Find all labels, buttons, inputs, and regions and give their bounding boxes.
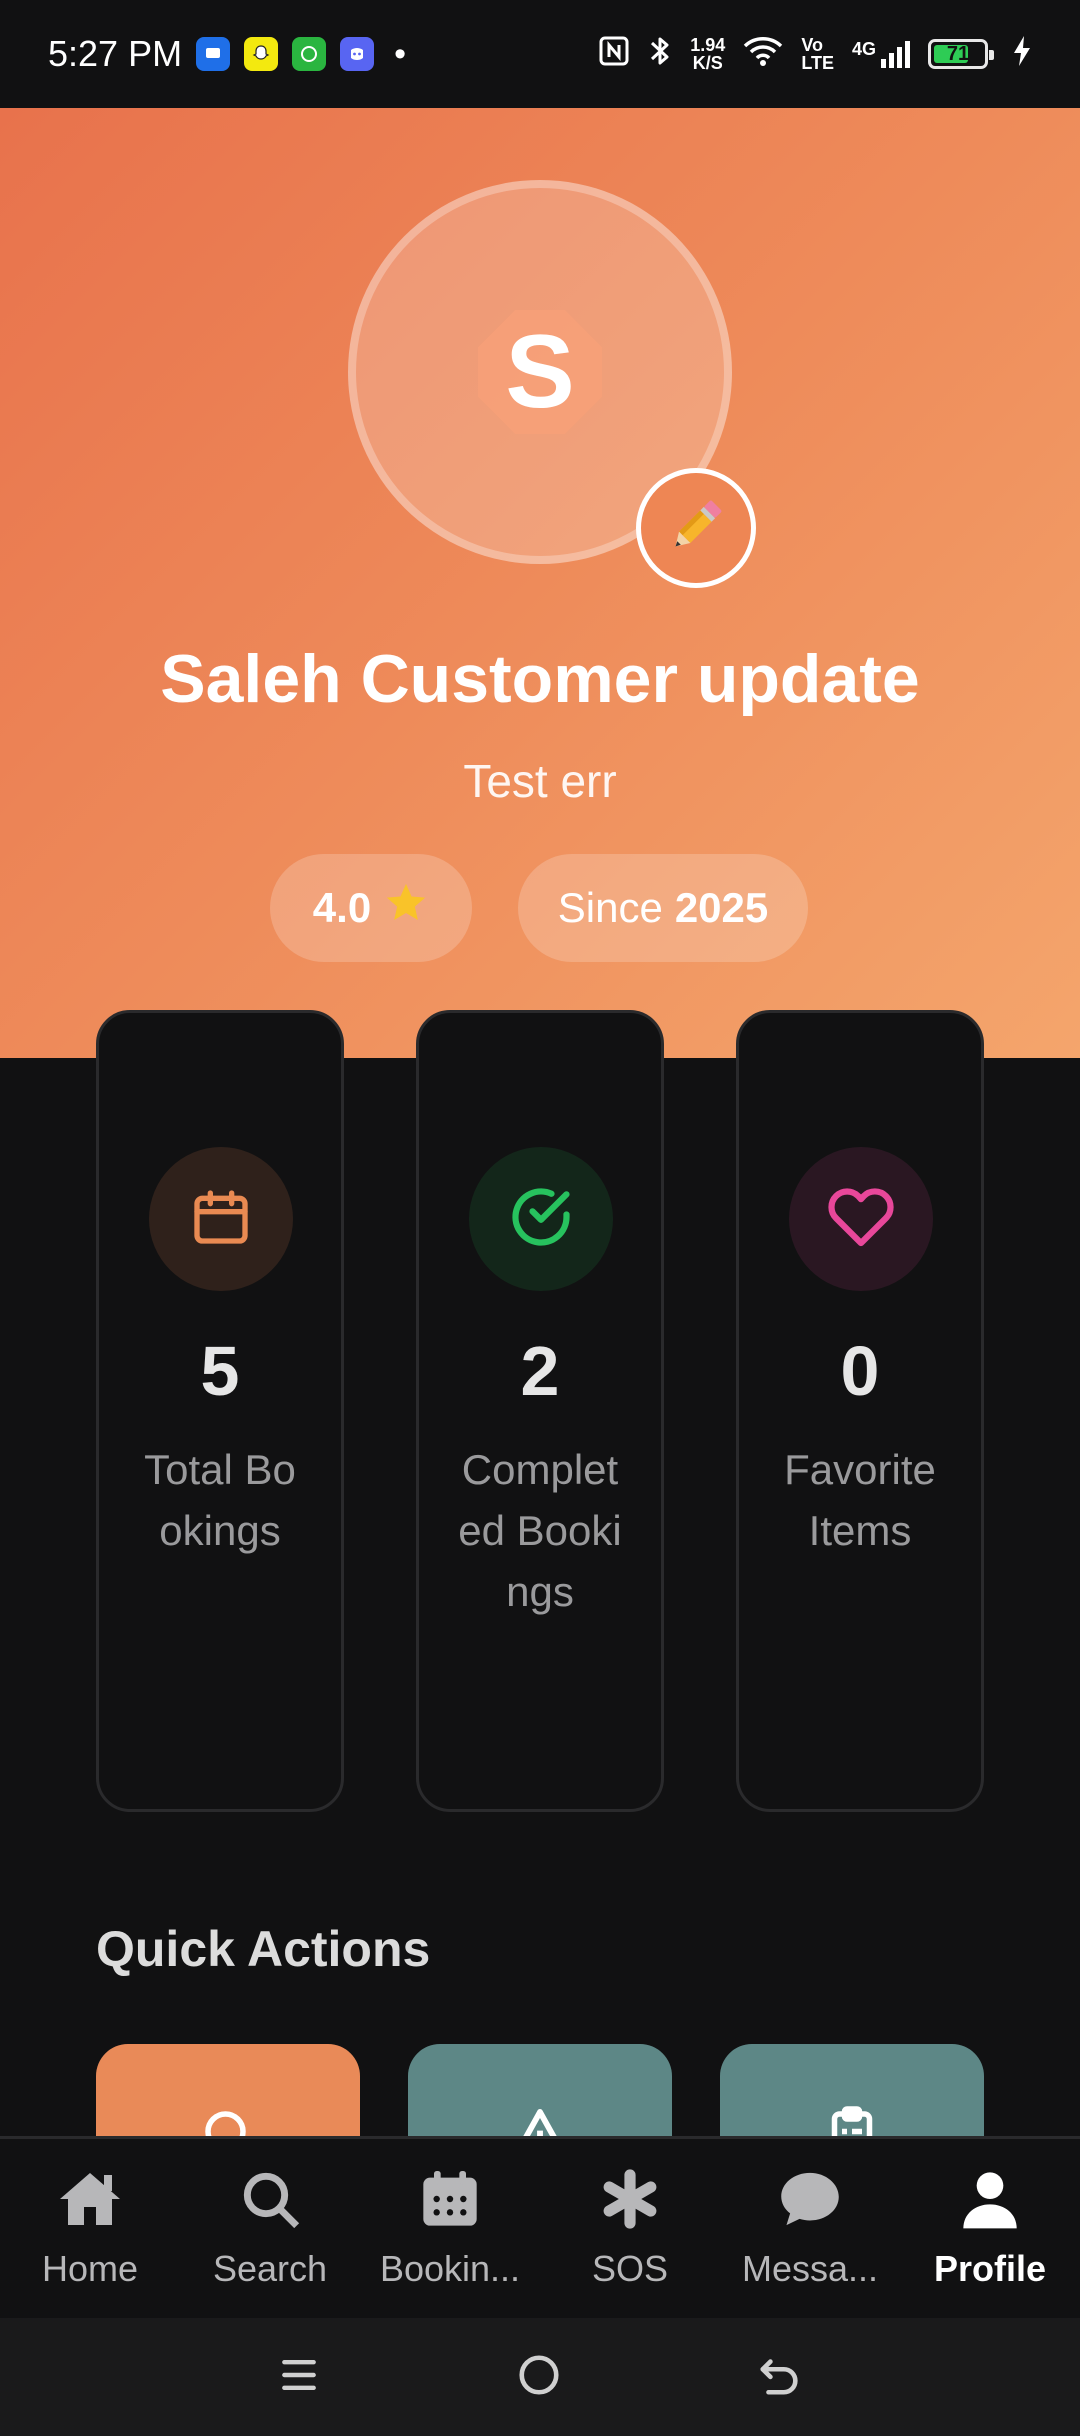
nav-item-home[interactable]: Home: [0, 2139, 180, 2318]
star-icon: [383, 880, 429, 936]
nav-label: Profile: [933, 2248, 1047, 2289]
stat-card-completed-bookings[interactable]: 2 Completed Bookings: [416, 1010, 664, 1812]
user-subtitle: Test err: [463, 755, 617, 807]
since-year: 2025: [674, 884, 769, 931]
nav-label: Search: [212, 2248, 328, 2289]
nfc-icon: [598, 35, 630, 73]
user-name: Saleh Customer update: [160, 641, 920, 717]
network-speed: 1.94 K/S: [690, 35, 726, 73]
bluetooth-icon: [648, 34, 672, 74]
system-nav-bar: [0, 2318, 1080, 2436]
stat-label: Favorite Items: [784, 1446, 936, 1554]
back-icon[interactable]: [757, 2352, 803, 2403]
stat-value: 0: [840, 1332, 880, 1410]
since-prefix: Since: [557, 884, 663, 931]
asterisk-icon: [598, 2167, 662, 2240]
status-bar: 5:27 PM • 1.94 K/S Vo LTE 4G 71: [0, 0, 1080, 108]
edit-avatar-button[interactable]: [636, 468, 756, 588]
battery-icon: 71: [928, 39, 994, 69]
volte-indicator: Vo LTE: [801, 35, 834, 73]
nav-label: Bookin...: [379, 2248, 521, 2289]
nav-item-profile[interactable]: Profile: [900, 2139, 1080, 2318]
nav-item-messages[interactable]: Messa...: [720, 2139, 900, 2318]
rating-value: 4.0: [312, 884, 372, 931]
whatsapp-icon: [292, 37, 327, 71]
nav-item-bookings[interactable]: Bookin...: [360, 2139, 540, 2318]
stat-card-total-bookings[interactable]: 5 Total Bookings: [96, 1010, 344, 1812]
profile-screen: 5:27 PM • 1.94 K/S Vo LTE 4G 71 S Saleh …: [0, 0, 1080, 2436]
nav-label: Messa...: [741, 2248, 879, 2289]
bottom-nav: Home Search Bookin... SOS Messa... Profi…: [0, 2136, 1080, 2318]
stat-label: Total Bookings: [144, 1446, 296, 1554]
messenger-icon: [196, 37, 231, 71]
search-icon: [238, 2167, 302, 2240]
notification-dot: •: [394, 34, 406, 73]
profile-header: S Saleh Customer update Test err 4.0 Sin…: [0, 108, 1080, 1058]
wifi-icon: [743, 35, 783, 73]
nav-item-search[interactable]: Search: [180, 2139, 360, 2318]
chat-icon: [776, 2167, 844, 2240]
rating-badge: 4.0: [270, 854, 472, 962]
discord-icon: [340, 37, 375, 71]
user-icon: [958, 2167, 1022, 2240]
heart-icon: [827, 1183, 895, 1256]
stat-label: Completed Bookings: [458, 1446, 622, 1615]
status-time: 5:27 PM: [48, 33, 183, 74]
stat-value: 5: [200, 1332, 240, 1410]
home-icon: [54, 2167, 126, 2240]
nav-label: Home: [41, 2248, 139, 2289]
menu-icon[interactable]: [277, 2353, 321, 2402]
calendar-icon: [418, 2167, 482, 2240]
check-circle-icon: [507, 1183, 575, 1256]
member-since-badge: Since 2025: [518, 854, 808, 962]
stat-value: 2: [520, 1332, 560, 1410]
charging-icon: [1012, 35, 1032, 73]
snapchat-icon: [244, 37, 279, 71]
stat-card-favorite-items[interactable]: 0 Favorite Items: [736, 1010, 984, 1812]
pencil-icon: [661, 491, 731, 566]
home-circle-icon[interactable]: [516, 2352, 562, 2403]
signal-icon: 4G: [852, 39, 910, 69]
nav-item-sos[interactable]: SOS: [540, 2139, 720, 2318]
calendar-icon: [189, 1185, 253, 1254]
nav-label: SOS: [591, 2248, 669, 2289]
quick-actions-title: Quick Actions: [96, 1921, 431, 1977]
